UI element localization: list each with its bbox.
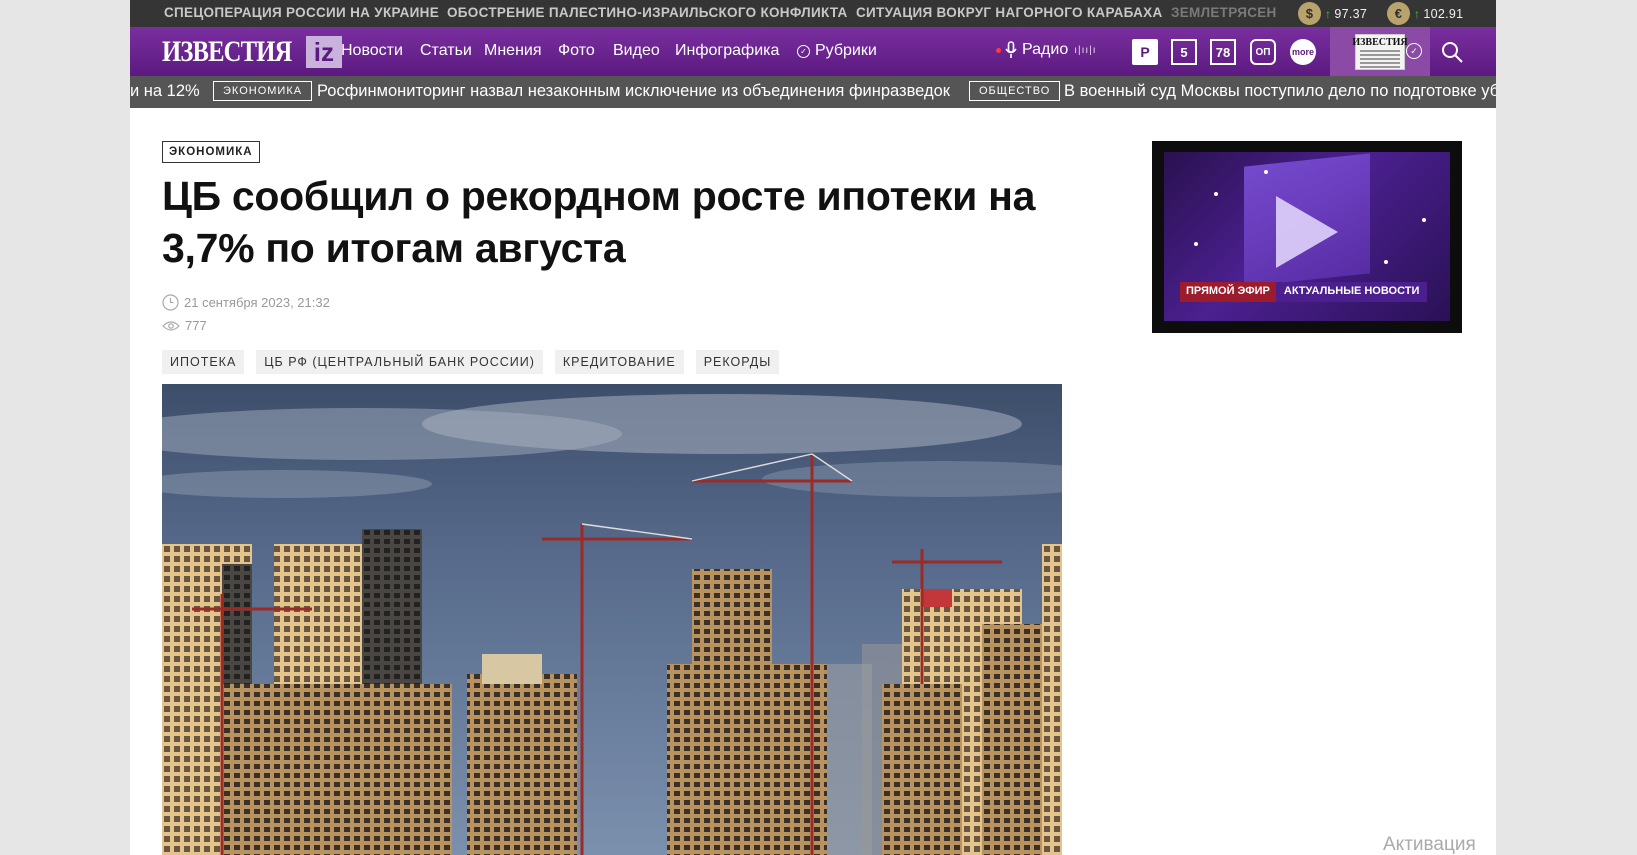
tag-central-bank[interactable]: ЦБ РФ (ЦЕНТРАЛЬНЫЙ БАНК РОССИИ) <box>256 350 543 374</box>
live-dot-icon <box>996 47 1001 53</box>
tag-mortgage[interactable]: ИПОТЕКА <box>162 350 245 374</box>
clock-icon <box>162 294 179 311</box>
article-title: ЦБ сообщил о рекордном росте ипотеки на … <box>162 173 1036 271</box>
nav-item-photo[interactable]: Фото <box>558 42 595 60</box>
article-tags: ИПОТЕКА ЦБ РФ (ЦЕНТРАЛЬНЫЙ БАНК РОССИИ) … <box>162 350 791 374</box>
ticker-text[interactable]: и на 12% <box>130 82 200 101</box>
radio-button[interactable]: Радио ı|ıı|ı <box>996 41 1097 59</box>
channel-5-icon[interactable]: 5 <box>1171 39 1197 65</box>
trend-link[interactable]: СПЕЦОПЕРАЦИЯ РОССИИ НА УКРАИНЕ <box>164 5 439 20</box>
search-icon[interactable] <box>1440 40 1464 64</box>
arrow-up-icon: ↑ <box>1414 6 1421 21</box>
eye-icon <box>162 320 180 331</box>
news-label: АКТУАЛЬНЫЕ НОВОСТИ <box>1275 282 1428 302</box>
channel-78-icon[interactable]: 78 <box>1210 39 1236 65</box>
article-photo <box>162 384 1062 855</box>
article-rubric[interactable]: ЭКОНОМИКА <box>162 141 260 163</box>
microphone-icon <box>1005 41 1017 58</box>
nav-item-news[interactable]: Новости <box>341 42 403 60</box>
video-preview: ПРЯМОЙ ЭФИР АКТУАЛЬНЫЕ НОВОСТИ <box>1164 152 1450 321</box>
ticker-text[interactable]: В военный суд Москвы поступило дело по п… <box>1064 82 1496 101</box>
eur-value: 102.91 <box>1423 6 1464 21</box>
ticker-tag[interactable]: ОБЩЕСТВО <box>969 81 1061 101</box>
nav-item-opinions[interactable]: Мнения <box>484 42 542 60</box>
views-count: 777 <box>185 318 207 333</box>
newspaper-icon: ИЗВЕСТИЯ <box>1352 33 1408 70</box>
eur-rate: € ↑ 102.91 <box>1387 2 1463 25</box>
euro-icon: € <box>1387 2 1410 25</box>
main-nav: ИЗВЕСТИЯ iz Новости Статьи Мнения Фото В… <box>130 27 1496 76</box>
ticker-text[interactable]: Росфинмониторинг назвал незаконным исклю… <box>317 82 950 101</box>
newspaper-button[interactable]: ИЗВЕСТИЯ ✓ <box>1330 27 1430 76</box>
radio-wave-icon: ı|ıı|ı <box>1074 44 1097 56</box>
dollar-icon: $ <box>1298 2 1321 25</box>
channel-op-icon[interactable]: ОП <box>1250 39 1276 65</box>
usd-value: 97.37 <box>1334 6 1368 21</box>
radio-label: Радио <box>1022 41 1069 58</box>
nav-item-infographics[interactable]: Инфографика <box>675 42 779 60</box>
logo-text: ИЗВЕСТИЯ <box>162 35 292 68</box>
logo-badge: iz <box>305 36 342 68</box>
play-icon[interactable] <box>1276 196 1338 268</box>
channel-more-icon[interactable]: more <box>1290 39 1316 65</box>
article-date: 21 сентября 2023, 21:32 <box>162 294 330 311</box>
nav-item-articles[interactable]: Статьи <box>420 42 472 60</box>
channel-ren-icon[interactable]: Р <box>1132 39 1158 65</box>
nav-item-label: Рубрики <box>815 42 877 59</box>
live-label: ПРЯМОЙ ЭФИР <box>1180 282 1276 302</box>
site-logo[interactable]: ИЗВЕСТИЯ iz <box>162 35 342 68</box>
tag-lending[interactable]: КРЕДИТОВАНИЕ <box>554 350 684 374</box>
ticker-tag[interactable]: ЭКОНОМИКА <box>213 81 313 101</box>
nav-item-rubrics[interactable]: ✓ Рубрики <box>797 42 877 60</box>
trend-link[interactable]: ОБОСТРЕНИЕ ПАЛЕСТИНО-ИЗРАИЛЬСКОГО КОНФЛИ… <box>447 5 848 20</box>
trending-strip: СПЕЦОПЕРАЦИЯ РОССИИ НА УКРАИНЕ ОБОСТРЕНИ… <box>130 0 1496 27</box>
trend-link[interactable]: СИТУАЦИЯ ВОКРУГ НАГОРНОГО КАРАБАХА <box>856 5 1163 20</box>
arrow-up-icon: ↑ <box>1325 6 1332 21</box>
nav-item-video[interactable]: Видео <box>613 42 660 60</box>
windows-activation-watermark: Активация Windows <box>1383 834 1476 855</box>
trend-link[interactable]: ЗЕМЛЕТРЯСЕН <box>1171 5 1277 20</box>
chevron-down-icon: ✓ <box>797 44 810 58</box>
page: СПЕЦОПЕРАЦИЯ РОССИИ НА УКРАИНЕ ОБОСТРЕНИ… <box>130 0 1496 855</box>
construction-skyline-image <box>162 384 1062 855</box>
date-text: 21 сентября 2023, 21:32 <box>184 295 330 310</box>
article-views: 777 <box>162 318 207 333</box>
chevron-down-icon: ✓ <box>1406 43 1422 59</box>
tag-records[interactable]: РЕКОРДЫ <box>695 350 780 374</box>
usd-rate: $ ↑ 97.37 <box>1298 2 1367 25</box>
newspaper-title: ИЗВЕСТИЯ <box>1352 36 1408 48</box>
live-video-player[interactable]: ПРЯМОЙ ЭФИР АКТУАЛЬНЫЕ НОВОСТИ <box>1152 141 1462 333</box>
news-ticker: и на 12% ЭКОНОМИКА Росфинмониторинг назв… <box>130 76 1496 108</box>
live-banner: ПРЯМОЙ ЭФИР АКТУАЛЬНЫЕ НОВОСТИ <box>1180 282 1428 302</box>
